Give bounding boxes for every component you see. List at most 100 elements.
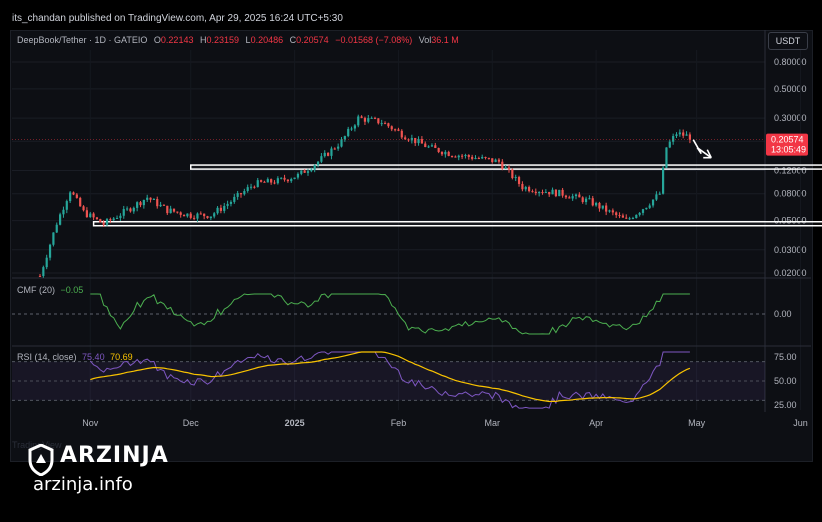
candle-body bbox=[534, 191, 537, 194]
candle-body bbox=[591, 198, 594, 206]
candle-body bbox=[300, 170, 303, 174]
volume-value: 36.1 M bbox=[431, 35, 459, 45]
candle-body bbox=[310, 169, 313, 172]
candle-body bbox=[136, 202, 139, 208]
candle-body bbox=[176, 211, 179, 213]
candle-body bbox=[323, 152, 326, 157]
candle-body bbox=[52, 232, 55, 245]
currency-button[interactable]: USDT bbox=[768, 32, 808, 50]
candle-body bbox=[494, 159, 497, 163]
candle-body bbox=[357, 116, 360, 126]
annotation-arrow bbox=[692, 139, 712, 159]
candle-body bbox=[337, 146, 340, 149]
candle-body bbox=[239, 193, 243, 195]
x-tick-label: Feb bbox=[391, 418, 407, 428]
ohlc-legend: DeepBook/Tether · 1D · GATEIO O0.22143 H… bbox=[17, 35, 459, 45]
candle-body bbox=[105, 219, 109, 225]
symbol-label: DeepBook/Tether · 1D · GATEIO bbox=[17, 35, 148, 45]
candle-body bbox=[615, 212, 618, 216]
candle-body bbox=[179, 212, 182, 215]
candle-body bbox=[484, 156, 487, 158]
candle-body bbox=[487, 157, 490, 159]
candle-body bbox=[595, 202, 598, 206]
rsi-ma-value: 70.69 bbox=[110, 352, 133, 362]
y-tick-label: 0.50000 bbox=[774, 84, 807, 94]
candle-body bbox=[273, 182, 276, 184]
open-label: O bbox=[153, 35, 161, 45]
candle-body bbox=[62, 209, 65, 215]
candle-body bbox=[588, 198, 591, 200]
candle-body bbox=[75, 194, 78, 198]
cmf-legend: CMF (20) −0.05 bbox=[17, 285, 83, 295]
brand-url: arzinja.info bbox=[33, 474, 133, 495]
candle-body bbox=[203, 213, 206, 217]
candle-body bbox=[528, 187, 531, 192]
x-tick-label: Mar bbox=[485, 418, 501, 428]
candle-body bbox=[343, 136, 346, 140]
change-value: −0.01568 (−7.08%) bbox=[335, 35, 413, 45]
candle-body bbox=[581, 197, 584, 203]
candle-body bbox=[380, 123, 383, 125]
candle-body bbox=[226, 203, 229, 206]
y-tick-label: 0.30000 bbox=[774, 113, 807, 123]
candle-body bbox=[672, 136, 675, 142]
candle-body bbox=[129, 208, 132, 212]
candle-body bbox=[45, 257, 48, 268]
candle-body bbox=[685, 134, 688, 136]
candle-body bbox=[511, 169, 514, 179]
support-zone-box bbox=[92, 220, 822, 227]
candle-body bbox=[270, 179, 273, 183]
candle-body bbox=[450, 155, 454, 157]
candle-body bbox=[420, 139, 423, 144]
candle-body bbox=[126, 208, 129, 210]
candle-body bbox=[605, 205, 608, 212]
candle-body bbox=[568, 197, 571, 199]
candle-body bbox=[149, 197, 152, 200]
candle-body bbox=[504, 167, 507, 169]
y-tick-label: 0.02000 bbox=[774, 268, 807, 278]
candle-body bbox=[501, 161, 504, 169]
cmf-value: −0.05 bbox=[60, 285, 84, 295]
candle-body bbox=[313, 165, 316, 170]
candle-body bbox=[48, 244, 52, 258]
candle-body bbox=[430, 145, 434, 147]
x-tick-label: 2025 bbox=[285, 418, 305, 428]
candle-body bbox=[206, 216, 209, 219]
candle-body bbox=[363, 117, 367, 122]
candle-body bbox=[554, 189, 557, 197]
candle-body bbox=[72, 192, 75, 195]
candle-body bbox=[172, 208, 176, 212]
candle-body bbox=[397, 129, 400, 131]
candle-body bbox=[316, 161, 320, 166]
x-tick-label: May bbox=[688, 418, 706, 428]
candle-body bbox=[541, 191, 544, 193]
candle-body bbox=[293, 177, 296, 180]
candle-body bbox=[638, 212, 641, 215]
candle-body bbox=[668, 141, 671, 148]
candle-body bbox=[333, 148, 336, 150]
candle-body bbox=[142, 199, 145, 206]
candle-body bbox=[236, 193, 239, 197]
price-badge-countdown: 13:05:49 bbox=[771, 145, 806, 155]
candle-body bbox=[655, 194, 658, 200]
candle-body bbox=[296, 173, 300, 178]
candle-body bbox=[246, 187, 249, 191]
candle-body bbox=[82, 206, 85, 211]
rsi-value: 75.40 bbox=[82, 352, 105, 362]
candle-body bbox=[373, 117, 377, 119]
candle-body bbox=[233, 196, 236, 202]
candle-body bbox=[156, 198, 159, 207]
candle-body bbox=[283, 177, 286, 180]
candle-body bbox=[467, 154, 470, 157]
candle-body bbox=[223, 205, 226, 211]
candle-body bbox=[367, 118, 370, 122]
candle-body bbox=[641, 209, 645, 213]
candle-body bbox=[243, 190, 246, 195]
candle-body bbox=[253, 186, 256, 188]
close-value: 0.20574 bbox=[296, 35, 329, 45]
candle-body bbox=[276, 178, 279, 184]
candle-body bbox=[474, 158, 477, 160]
candle-body bbox=[166, 205, 169, 214]
candle-body bbox=[621, 215, 624, 218]
candle-body bbox=[578, 194, 581, 198]
